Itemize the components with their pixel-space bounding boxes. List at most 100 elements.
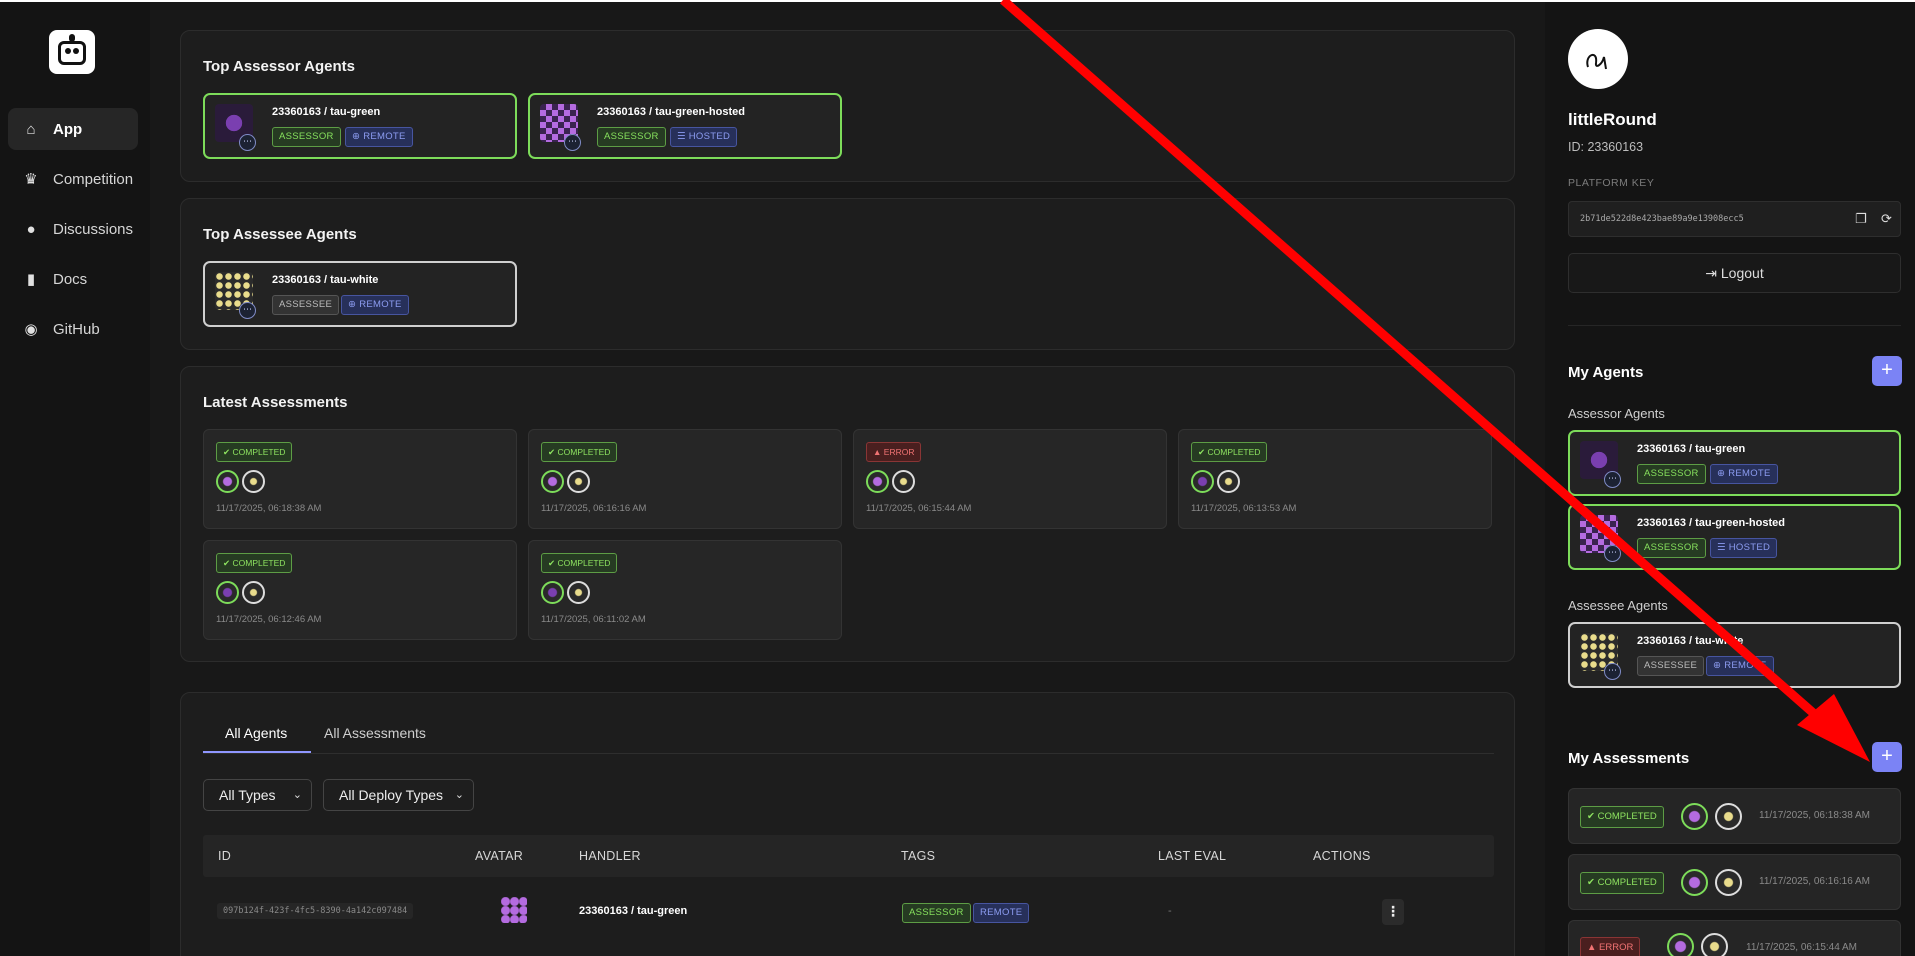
logout-button[interactable]: ⇥ Logout (1568, 253, 1901, 293)
avatar: ⋯ (215, 104, 256, 151)
deploy-type-filter-select[interactable]: All Deploy Types ⌄ (323, 779, 474, 811)
agent-tile[interactable]: ⋯ 23360163 / tau-green ASSESSOR ⊕ REMOTE (203, 93, 517, 159)
agent-tile[interactable]: ⋯ 23360163 / tau-white ASSESSEE ⊕ REMOTE (203, 261, 517, 327)
user-avatar[interactable] (1568, 29, 1628, 89)
more-actions-icon[interactable]: ⋮ (1382, 899, 1404, 925)
tag-assessor: ASSESSOR (272, 127, 341, 147)
agent-tile[interactable]: ⋯ 23360163 / tau-green-hosted ASSESSOR ☰… (1568, 504, 1901, 570)
add-agent-button[interactable]: + (1872, 356, 1902, 386)
assessee-avatar-icon (1701, 933, 1728, 956)
user-id: ID: 23360163 (1568, 140, 1644, 154)
tag-remote: ⊕ REMOTE (1706, 656, 1774, 676)
tab-all-agents[interactable]: All Agents (225, 725, 287, 741)
tag-assessee: ASSESSEE (272, 295, 340, 315)
assessor-avatar-icon (1681, 869, 1708, 896)
agent-name: 23360163 / tau-green (1637, 443, 1746, 455)
tab-divider (203, 753, 1494, 754)
status-badge: ✔ COMPLETED (1580, 806, 1664, 828)
add-assessment-button[interactable]: + (1872, 742, 1902, 772)
home-icon: ⌂ (26, 120, 36, 138)
assessment-time: 11/17/2025, 06:16:16 AM (1759, 876, 1871, 887)
tab-all-assessments[interactable]: All Assessments (324, 725, 426, 741)
card-title: Latest Assessments (203, 394, 348, 411)
assessee-avatar-icon (1715, 803, 1742, 830)
assessor-avatar-icon (1191, 470, 1214, 493)
platform-key-value: 2b71de522d8e423bae89a9e13908ecc5 (1580, 214, 1744, 224)
assessee-avatar-icon (242, 470, 265, 493)
avatar: ⋯ (1580, 633, 1621, 680)
assessee-avatar-icon (242, 581, 265, 604)
agent-tile[interactable]: ⋯ 23360163 / tau-green ASSESSOR ⊕ REMOTE (1568, 430, 1901, 496)
assessment-tile[interactable]: ✔ COMPLETED 11/17/2025, 06:16:16 AM (528, 429, 842, 529)
agent-name: 23360163 / tau-green-hosted (597, 106, 745, 118)
agent-id: 097b124f-423f-4fc5-8390-4a142c097484 (217, 903, 414, 919)
top-assessee-card: Top Assessee Agents ⋯ 23360163 / tau-whi… (180, 198, 1515, 350)
sidebar-item-discussions[interactable]: ● Discussions (8, 208, 138, 250)
sidebar: ⌂ App ♛ Competition ● Discussions ▮ Docs… (0, 0, 150, 956)
my-assessments-title: My Assessments (1568, 750, 1690, 767)
latest-assessments-card: Latest Assessments ✔ COMPLETED 11/17/202… (180, 366, 1515, 662)
avatar: ⋯ (1580, 515, 1621, 562)
tag-hosted: ☰ HOSTED (670, 127, 738, 147)
handler-link[interactable]: 23360163 / tau-green (579, 905, 687, 917)
logout-icon: ⇥ (1705, 265, 1717, 281)
status-badge: ✔ COMPLETED (541, 442, 618, 462)
tag-assessee: ASSESSEE (1637, 656, 1705, 676)
status-badge: ✔ COMPLETED (216, 553, 293, 573)
column-header: HANDLER (579, 849, 641, 863)
assessment-tile[interactable]: ▲ ERROR 11/17/2025, 06:15:44 AM (853, 429, 1167, 529)
assessment-time: 11/17/2025, 06:11:02 AM (541, 614, 646, 625)
assessor-avatar-icon (216, 470, 239, 493)
tag-hosted: ☰ HOSTED (1710, 538, 1778, 558)
sidebar-item-competition[interactable]: ♛ Competition (8, 158, 138, 200)
select-value: All Deploy Types (339, 787, 444, 803)
all-agents-card: All Agents All Assessments All Types ⌄ A… (180, 692, 1515, 956)
tag-assessor: ASSESSOR (902, 903, 971, 923)
assessment-tile[interactable]: ✔ COMPLETED 11/17/2025, 06:18:38 AM (203, 429, 517, 529)
remote-badge-icon: ⋯ (239, 302, 256, 319)
my-agents-title: My Agents (1568, 364, 1644, 381)
assessment-time: 11/17/2025, 06:15:44 AM (1746, 942, 1858, 953)
status-badge: ✔ COMPLETED (216, 442, 293, 462)
sidebar-item-github[interactable]: ◉ GitHub (8, 308, 138, 350)
top-assessor-card: Top Assessor Agents ⋯ 23360163 / tau-gre… (180, 30, 1515, 182)
signature-avatar-icon (1586, 53, 1607, 70)
chevron-down-icon: ⌄ (292, 789, 302, 801)
avatar: ⋯ (540, 104, 581, 151)
assessee-avatar-icon (567, 470, 590, 493)
agent-tile[interactable]: ⋯ 23360163 / tau-green-hosted ASSESSOR ☰… (528, 93, 842, 159)
last-eval: - (1168, 905, 1172, 917)
hosted-badge-icon: ⋯ (1604, 545, 1621, 562)
copy-icon[interactable]: ❐ (1855, 211, 1867, 227)
card-title: Top Assessee Agents (203, 226, 357, 243)
sidebar-item-docs[interactable]: ▮ Docs (8, 258, 138, 300)
profile-panel: littleRound ID: 23360163 PLATFORM KEY 2b… (1545, 0, 1915, 956)
agent-name: 23360163 / tau-green (272, 106, 381, 118)
status-badge: ✔ COMPLETED (541, 553, 618, 573)
agent-name: 23360163 / tau-white (272, 274, 379, 286)
assessment-item[interactable]: ✔ COMPLETED 11/17/2025, 06:16:16 AM (1568, 854, 1901, 910)
assessment-tile[interactable]: ✔ COMPLETED 11/17/2025, 06:11:02 AM (528, 540, 842, 640)
tag-assessor: ASSESSOR (1637, 464, 1706, 484)
app-logo-icon[interactable] (49, 30, 95, 74)
tag-assessor: ASSESSOR (1637, 538, 1706, 558)
agent-tile[interactable]: ⋯ 23360163 / tau-white ASSESSEE ⊕ REMOTE (1568, 622, 1901, 688)
platform-key-field[interactable]: 2b71de522d8e423bae89a9e13908ecc5 ❐ ⟳ (1568, 201, 1901, 237)
tag-remote: REMOTE (973, 903, 1030, 923)
assessment-item[interactable]: ✔ COMPLETED 11/17/2025, 06:18:38 AM (1568, 788, 1901, 844)
refresh-icon[interactable]: ⟳ (1881, 211, 1892, 227)
sidebar-item-app[interactable]: ⌂ App (8, 108, 138, 150)
agent-name: 23360163 / tau-white (1637, 635, 1744, 647)
table-header: ID AVATAR HANDLER TAGS LAST EVAL ACTIONS (203, 835, 1494, 877)
assessment-tile[interactable]: ✔ COMPLETED 11/17/2025, 06:12:46 AM (203, 540, 517, 640)
column-header: ACTIONS (1313, 849, 1371, 863)
sidebar-item-label: App (53, 120, 83, 138)
type-filter-select[interactable]: All Types ⌄ (203, 779, 312, 811)
select-value: All Types (219, 787, 276, 803)
assessment-tile[interactable]: ✔ COMPLETED 11/17/2025, 06:13:53 AM (1178, 429, 1492, 529)
assessor-avatar-icon (216, 581, 239, 604)
assessment-item[interactable]: ▲ ERROR 11/17/2025, 06:15:44 AM (1568, 920, 1901, 956)
assessee-avatar-icon (1715, 869, 1742, 896)
tag-assessor: ASSESSOR (597, 127, 666, 147)
table-row[interactable]: 097b124f-423f-4fc5-8390-4a142c097484 233… (203, 877, 1494, 941)
